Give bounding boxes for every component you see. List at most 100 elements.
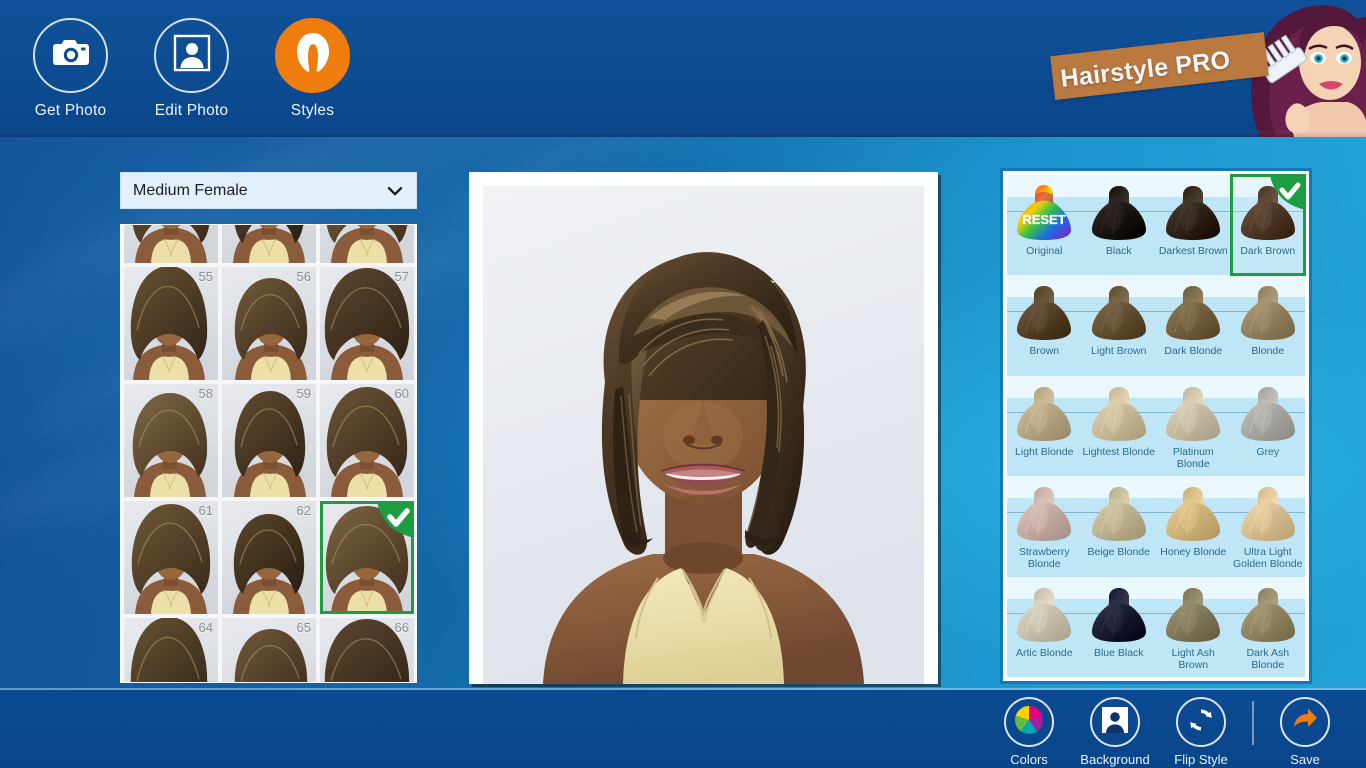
color-swatch-label: Original — [1026, 245, 1063, 257]
style-thumbnail-number: 62 — [296, 503, 311, 518]
style-thumbnail[interactable]: 52 — [124, 225, 218, 263]
color-swatch[interactable]: Grey — [1231, 376, 1306, 476]
color-swatch[interactable]: Brown — [1007, 275, 1082, 375]
style-thumbnail[interactable]: 62 — [222, 501, 316, 614]
photo-preview-frame[interactable] — [469, 172, 938, 684]
style-thumbnail-panel[interactable]: 52 53 — [120, 224, 417, 683]
style-thumbnail[interactable]: 55 — [124, 267, 218, 380]
style-thumbnail[interactable]: 66 — [320, 618, 414, 682]
color-swatch-label: Darkest Brown — [1158, 245, 1228, 257]
style-category-select[interactable]: Medium Female — [120, 172, 417, 209]
color-swatch-label: Beige Blonde — [1087, 546, 1150, 559]
style-thumbnail[interactable]: 64 — [124, 618, 218, 682]
style-thumbnail[interactable]: 57 — [320, 267, 414, 380]
hair-color-grid: RESET Original Black Darkest Brown Dark … — [1007, 173, 1306, 677]
hair-color-panel[interactable]: RESET Original Black Darkest Brown Dark … — [1000, 168, 1312, 684]
style-thumbnail[interactable]: 58 — [124, 384, 218, 497]
style-thumbnail[interactable]: 59 — [222, 384, 316, 497]
color-swatch[interactable]: Dark Ash Blonde — [1231, 577, 1306, 677]
flip-style-button[interactable] — [1176, 697, 1226, 747]
color-swatch[interactable]: Artic Blonde — [1007, 577, 1082, 677]
color-swatch-label: Blue Black — [1093, 646, 1144, 659]
style-thumbnail-number: 55 — [198, 269, 213, 284]
hair-cap-icon — [1162, 584, 1224, 644]
toolbar-label-save: Save — [1290, 752, 1320, 767]
hair-cap-icon — [1088, 182, 1150, 242]
color-swatch[interactable]: Beige Blonde — [1082, 476, 1157, 576]
hair-cap-icon — [1237, 584, 1299, 644]
edit-photo-button[interactable] — [154, 18, 229, 93]
color-swatch[interactable]: Platinum Blonde — [1156, 376, 1231, 476]
color-swatch-label: Light Blonde — [1015, 445, 1074, 458]
color-wheel-icon — [1013, 704, 1045, 741]
nav-item-styles[interactable]: Styles — [264, 18, 361, 120]
get-photo-button[interactable] — [33, 18, 108, 93]
color-swatch-label: Ultra Light Golden Blonde — [1233, 546, 1303, 571]
style-thumbnail-number: 66 — [394, 620, 409, 635]
svg-text:RESET: RESET — [1023, 212, 1066, 227]
color-swatch-label: Blonde — [1251, 345, 1285, 358]
nav-label-styles: Styles — [290, 102, 335, 119]
color-swatch-label: Dark Blonde — [1164, 345, 1223, 358]
style-thumbnail-selected[interactable] — [320, 501, 414, 614]
color-swatch[interactable]: RESET Original — [1007, 175, 1082, 275]
style-category-value: Medium Female — [133, 181, 248, 199]
toolbar-divider — [1252, 701, 1254, 745]
styles-button[interactable] — [275, 18, 350, 93]
style-thumbnail[interactable]: 61 — [124, 501, 218, 614]
save-button[interactable] — [1280, 697, 1330, 747]
arrow-share-icon — [1290, 705, 1320, 740]
header-bottom-edge — [0, 131, 1366, 137]
style-thumbnail-number: 56 — [296, 269, 311, 284]
hair-cap-icon — [1088, 584, 1150, 644]
bottom-toolbar: Colors Background Flip Style Save — [986, 697, 1348, 767]
background-button[interactable] — [1090, 697, 1140, 747]
color-swatch-label: Light Brown — [1091, 345, 1147, 358]
color-swatch[interactable]: Dark Blonde — [1156, 275, 1231, 375]
color-swatch[interactable]: Light Blonde — [1007, 376, 1082, 476]
toolbar-label-colors: Colors — [1010, 752, 1048, 767]
nav-label-edit-photo: Edit Photo — [154, 102, 229, 119]
color-swatch[interactable]: Black — [1082, 175, 1157, 275]
toolbar-item-colors[interactable]: Colors — [986, 697, 1072, 767]
nav-item-edit-photo[interactable]: Edit Photo — [143, 18, 240, 120]
photo-preview-image — [483, 186, 924, 684]
color-swatch[interactable]: Ultra Light Golden Blonde — [1231, 476, 1306, 576]
color-swatch[interactable]: Honey Blonde — [1156, 476, 1231, 576]
style-thumbnail-number: 60 — [394, 386, 409, 401]
color-swatch-label: Grey — [1256, 445, 1280, 458]
style-thumbnail[interactable]: 56 — [222, 267, 316, 380]
color-swatch[interactable]: Light Brown — [1082, 275, 1157, 375]
hair-cap-icon — [1013, 584, 1075, 644]
color-swatch-selected[interactable]: Dark Brown — [1229, 173, 1306, 277]
style-thumbnail-grid: 52 53 — [121, 225, 416, 682]
color-swatch[interactable]: Lightest Blonde — [1082, 376, 1157, 476]
hair-cap-icon — [1162, 282, 1224, 342]
style-thumbnail[interactable]: 53 — [222, 225, 316, 263]
toolbar-label-flip-style: Flip Style — [1174, 752, 1228, 767]
app-window: Get Photo Edit Photo Styles Hairstyle PR… — [0, 0, 1366, 768]
color-swatch[interactable]: Strawberry Blonde — [1007, 476, 1082, 576]
color-swatch[interactable]: Blonde — [1231, 275, 1306, 375]
color-swatch[interactable]: Blue Black — [1082, 577, 1157, 677]
color-swatch-label: Artic Blonde — [1015, 646, 1073, 659]
style-thumbnail-number: 57 — [394, 269, 409, 284]
color-swatch[interactable]: Light Ash Brown — [1156, 577, 1231, 677]
hair-cap-icon: RESET — [1013, 182, 1075, 242]
hair-cap-icon — [1013, 483, 1075, 543]
nav-item-get-photo[interactable]: Get Photo — [22, 18, 119, 120]
color-swatch[interactable]: Darkest Brown — [1156, 175, 1231, 275]
camera-icon — [51, 37, 91, 74]
toolbar-item-save[interactable]: Save — [1262, 697, 1348, 767]
toolbar-item-background[interactable]: Background — [1072, 697, 1158, 767]
color-swatch-label: Dark Ash Blonde — [1246, 646, 1290, 671]
style-thumbnail-number: 59 — [296, 386, 311, 401]
toolbar-item-flip-style[interactable]: Flip Style — [1158, 697, 1244, 767]
colors-button[interactable] — [1004, 697, 1054, 747]
style-thumbnail[interactable]: 54 — [320, 225, 414, 263]
style-thumbnail[interactable]: 65 — [222, 618, 316, 682]
hair-cap-icon — [1088, 282, 1150, 342]
style-thumbnail[interactable]: 60 — [320, 384, 414, 497]
portrait-render — [483, 186, 924, 684]
chevron-down-icon — [386, 182, 404, 200]
